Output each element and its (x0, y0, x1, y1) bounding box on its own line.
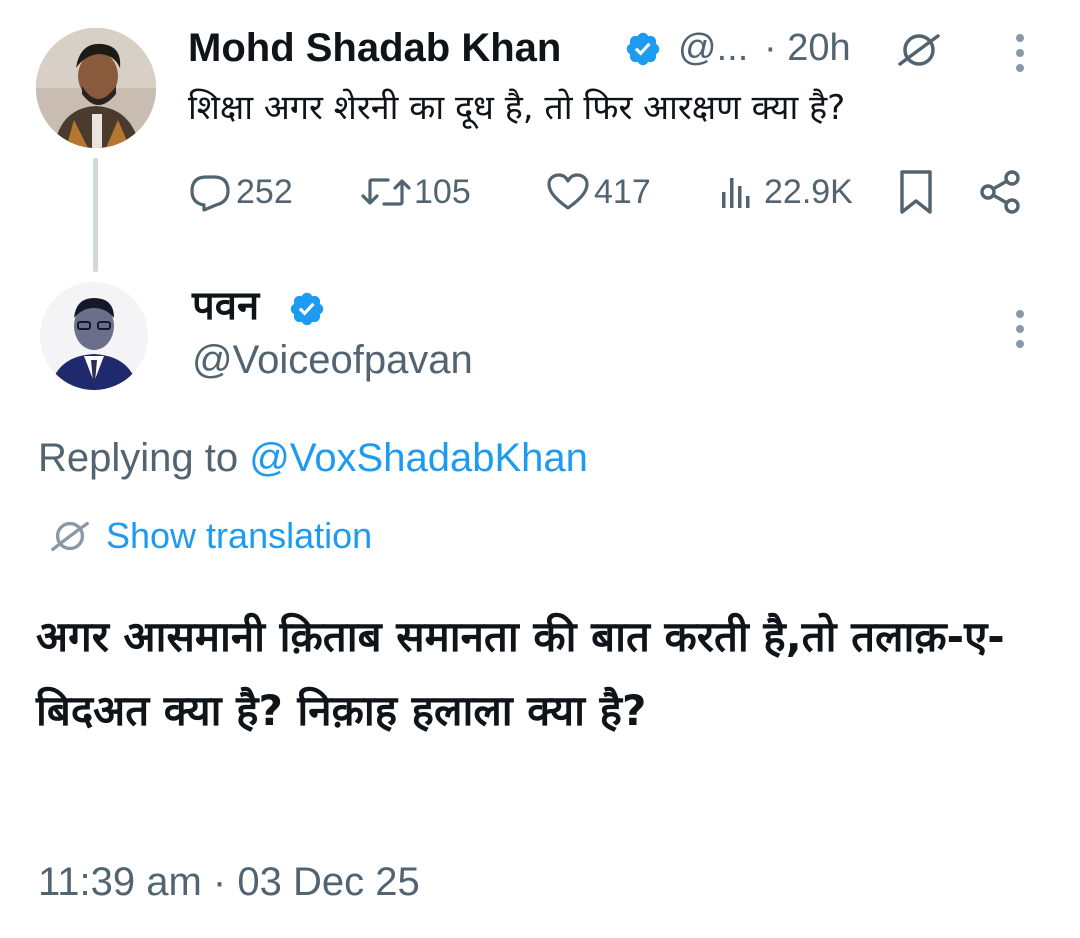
reply-button[interactable]: 252 (188, 170, 293, 214)
thread-connector-line (93, 158, 98, 272)
bookmark-icon[interactable] (896, 168, 936, 216)
reply-author-avatar[interactable] (40, 282, 148, 390)
parent-tweet-text: शिक्षा अगर शेरनी का दूध है, तो फिर आरक्ष… (188, 88, 846, 128)
translate-globe-icon (51, 521, 89, 552)
view-count: 22.9K (764, 172, 853, 211)
reply-tweet-text: अगर आसमानी क़िताब समानता की बात करती है,… (36, 612, 1005, 735)
like-count: 417 (594, 172, 651, 211)
retweet-icon (361, 178, 411, 206)
verified-badge-icon (288, 290, 326, 328)
replying-to-label: Replying to (38, 436, 250, 480)
reply-timestamp[interactable]: 11:39 am · 03 Dec 25 (38, 856, 420, 908)
replying-to-link[interactable]: @VoxShadabKhan (249, 436, 588, 480)
verified-badge-icon (624, 30, 662, 68)
retweet-button[interactable]: 105 (360, 170, 471, 214)
views-icon (722, 178, 750, 208)
retweet-count: 105 (414, 172, 471, 211)
show-translation-button[interactable]: Show translation (48, 512, 372, 560)
parent-author-avatar[interactable] (36, 28, 156, 148)
share-icon[interactable] (976, 168, 1024, 216)
translate-globe-icon[interactable] (896, 30, 942, 70)
replying-to-line: Replying to @VoxShadabKhan (38, 432, 588, 484)
reply-author-name[interactable]: पवन (192, 282, 259, 330)
views-button[interactable]: 22.9K (716, 170, 853, 214)
parent-author-handle[interactable]: @... (678, 24, 748, 72)
like-icon (547, 173, 589, 210)
more-options-icon[interactable] (1010, 308, 1030, 350)
reply-count: 252 (236, 172, 293, 211)
parent-tweet-time[interactable]: · 20h (764, 24, 851, 72)
show-translation-label: Show translation (106, 515, 373, 556)
reply-icon (190, 175, 230, 212)
like-button[interactable]: 417 (546, 170, 651, 214)
reply-author-handle[interactable]: @Voiceofpavan (192, 336, 473, 384)
more-options-icon[interactable] (1010, 32, 1030, 74)
parent-author-name[interactable]: Mohd Shadab Khan (188, 24, 561, 72)
